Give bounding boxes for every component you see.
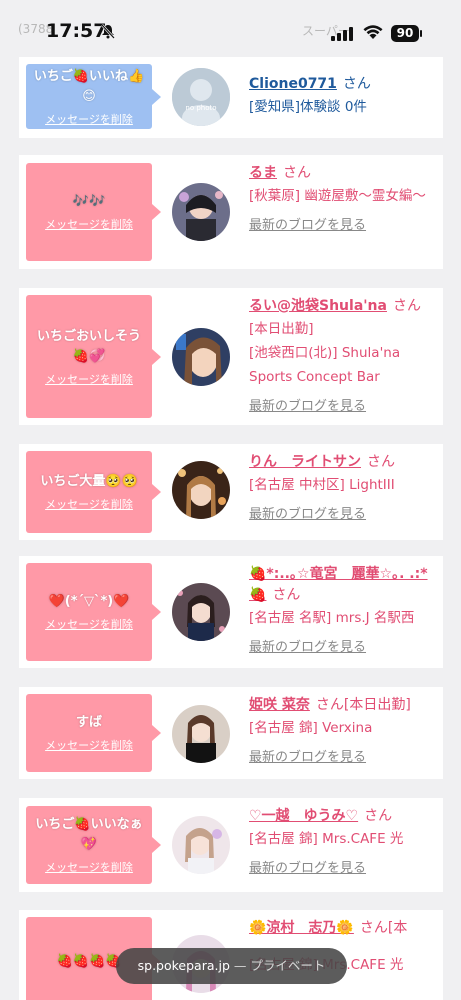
no-photo-icon: no photo: [172, 68, 230, 126]
svg-text:no photo: no photo: [185, 104, 216, 112]
message-text: いちご🍓いいなぁ💖: [35, 817, 143, 852]
message-bubble: いちごおいしそう🍓💞 メッセージを削除: [26, 295, 161, 418]
profile-detail: [名古屋 名駅] mrs.J 名駅西: [249, 610, 415, 626]
delete-message-link[interactable]: メッセージを削除: [45, 216, 133, 232]
profile-info: Clione0771 さん [愛知県]体験談 0件: [249, 74, 439, 119]
cellular-signal-icon: [331, 25, 355, 41]
avatar[interactable]: [172, 583, 230, 641]
profile-photo: [172, 461, 230, 519]
honorific: さん: [342, 76, 371, 92]
delete-message-link[interactable]: メッセージを削除: [45, 859, 133, 875]
message-text: いちご大量🥺🥺: [40, 474, 138, 489]
latest-blog-link[interactable]: 最新のブログを見る: [249, 746, 439, 765]
message-text: 🎶🎶: [72, 194, 106, 209]
delete-message-link[interactable]: メッセージを削除: [45, 616, 133, 632]
honorific: さん[本: [359, 920, 408, 936]
delete-message-link[interactable]: メッセージを削除: [45, 111, 133, 127]
honorific: さん: [364, 808, 393, 824]
message-text: すば: [75, 715, 102, 730]
message-text: いちご🍓いいね👍😊: [33, 68, 145, 104]
wifi-icon: [363, 25, 383, 39]
profile-photo: [172, 816, 230, 874]
profile-detail: [愛知県]体験談 0件: [249, 99, 367, 115]
message-card: いちご大量🥺🥺 メッセージを削除 りん ライトサン さん [名古屋 中村区] Li…: [19, 444, 443, 540]
message-bubble: いちご大量🥺🥺 メッセージを削除: [26, 451, 161, 533]
delete-message-link[interactable]: メッセージを削除: [45, 496, 133, 512]
private-mode-label: — プライベート: [233, 958, 326, 973]
profile-detail: [本日出勤]: [249, 321, 314, 337]
profile-photo: [172, 583, 230, 641]
profile-name-link[interactable]: ♡一越 ゆうみ♡: [249, 808, 358, 824]
latest-blog-link[interactable]: 最新のブログを見る: [249, 503, 439, 522]
latest-blog-link[interactable]: 最新のブログを見る: [249, 636, 439, 655]
honorific: さん: [283, 165, 311, 181]
status-bar: (3788 スーパー 17:57 90: [0, 0, 461, 54]
profile-name-link[interactable]: りん ライトサン: [249, 454, 361, 470]
latest-blog-link[interactable]: 最新のブログを見る: [249, 214, 439, 233]
message-bubble: ❤️(*´▽`*)❤️ メッセージを削除: [26, 563, 161, 661]
battery-indicator: 90: [391, 25, 422, 42]
honorific: さん: [392, 298, 421, 314]
avatar[interactable]: [172, 183, 230, 241]
browser-url-bar[interactable]: sp.pokepara.jp — プライベート: [116, 948, 347, 984]
delete-message-link[interactable]: メッセージを削除: [45, 737, 133, 753]
avatar[interactable]: [172, 816, 230, 874]
message-card: いちごおいしそう🍓💞 メッセージを削除 るい@池袋Shula'na さん [本日出…: [19, 288, 443, 425]
message-bubble: いちご🍓いいなぁ💖 メッセージを削除: [26, 806, 161, 884]
message-text: ❤️(*´▽`*)❤️: [48, 594, 130, 609]
profile-detail: [名古屋 錦] Verxina: [249, 720, 373, 736]
profile-detail: [名古屋 錦] Mrs.CAFE 光: [249, 831, 404, 847]
message-text: 🍓🍓🍓🍓: [56, 954, 122, 969]
message-bubble: すば メッセージを削除: [26, 694, 161, 772]
message-card: ❤️(*´▽`*)❤️ メッセージを削除 🍓*:..｡☆竜宮 麗華☆｡. .:*…: [19, 556, 443, 668]
profile-name-link[interactable]: 姫咲 菜奈: [249, 697, 310, 713]
message-text: いちごおいしそう🍓💞: [36, 328, 141, 364]
profile-info: るい@池袋Shula'na さん [本日出勤] [池袋西口(北)] Shula'n…: [249, 296, 439, 414]
profile-info: りん ライトサン さん [名古屋 中村区] LightIII 最新のブログを見る: [249, 452, 439, 522]
latest-blog-link[interactable]: 最新のブログを見る: [249, 395, 439, 414]
avatar[interactable]: [172, 328, 230, 386]
message-card: いちご🍓いいなぁ💖 メッセージを削除 ♡一越 ゆうみ♡ さん [名古屋 錦] Mr…: [19, 798, 443, 892]
honorific: さん: [272, 587, 301, 603]
profile-info: ♡一越 ゆうみ♡ さん [名古屋 錦] Mrs.CAFE 光 最新のブログを見る: [249, 806, 439, 876]
message-bubble: 🎶🎶 メッセージを削除: [26, 163, 161, 261]
latest-blog-link[interactable]: 最新のブログを見る: [249, 857, 439, 876]
profile-photo: [172, 328, 230, 386]
message-card: 🎶🎶 メッセージを削除 るま さん [秋葉原] 幽遊屋敷〜霊女編〜 最新のブログを…: [19, 155, 443, 269]
profile-info: 姫咲 菜奈 さん[本日出勤] [名古屋 錦] Verxina 最新のブログを見る: [249, 695, 439, 765]
profile-detail: [池袋西口(北)] Shula'na Sports Concept Bar: [249, 345, 401, 385]
profile-photo: [172, 705, 230, 763]
delete-message-link[interactable]: メッセージを削除: [45, 371, 133, 387]
avatar[interactable]: [172, 461, 230, 519]
profile-info: るま さん [秋葉原] 幽遊屋敷〜霊女編〜 最新のブログを見る: [249, 163, 439, 233]
honorific: さん: [367, 454, 395, 470]
profile-photo: [172, 183, 230, 241]
url-host: sp.pokepara.jp: [137, 958, 230, 973]
profile-detail: [秋葉原] 幽遊屋敷〜霊女編〜: [249, 188, 426, 204]
profile-name-link[interactable]: るま: [249, 165, 277, 181]
profile-name-link[interactable]: 🌼涼村 志乃🌼: [249, 920, 354, 936]
honorific: さん[本日出勤]: [315, 697, 411, 713]
message-card: すば メッセージを削除 姫咲 菜奈 さん[本日出勤] [名古屋 錦] Verxin…: [19, 687, 443, 779]
profile-detail: [名古屋 中村区] LightIII: [249, 477, 395, 493]
profile-info: 🍓*:..｡☆竜宮 麗華☆｡. .:*🍓 さん [名古屋 名駅] mrs.J 名駅…: [249, 564, 439, 655]
avatar[interactable]: [172, 705, 230, 763]
clock: 17:57: [46, 20, 107, 42]
mute-bell-icon: [101, 24, 115, 43]
profile-name-link[interactable]: Clione0771: [249, 76, 337, 92]
message-bubble: いちご🍓いいね👍😊 メッセージを削除: [26, 64, 161, 129]
message-card: いちご🍓いいね👍😊 メッセージを削除 no photo Clione0771 さん…: [19, 57, 443, 138]
avatar[interactable]: no photo: [172, 68, 230, 126]
profile-name-link[interactable]: るい@池袋Shula'na: [249, 298, 387, 314]
